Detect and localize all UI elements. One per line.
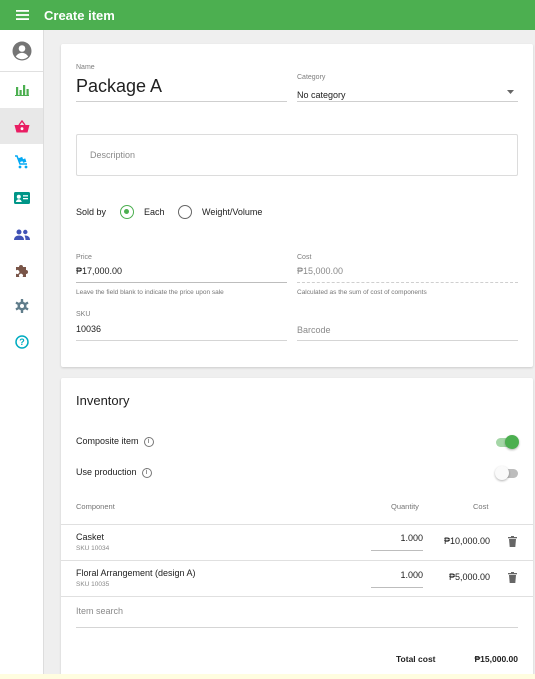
sidebar-item-employees[interactable] (0, 180, 43, 216)
sidebar-item-account[interactable] (0, 30, 43, 72)
table-row: Floral Arrangement (design A) SKU 10035 … (61, 561, 533, 596)
composite-item-toggle[interactable] (496, 435, 519, 449)
price-hint: Leave the field blank to indicate the pr… (76, 289, 224, 296)
component-name: Floral Arrangement (design A) (76, 568, 196, 578)
cart-icon (15, 155, 28, 169)
use-production-label: Use production (76, 467, 137, 477)
sold-by-each-radio[interactable] (120, 205, 134, 219)
quantity-input[interactable]: 1.000 (371, 570, 423, 580)
component-cost: ₱5,000.00 (448, 572, 490, 582)
menu-icon (15, 10, 29, 20)
sidebar-item-reports[interactable] (0, 72, 43, 108)
price-label: Price (76, 254, 92, 261)
sidebar-item-integrations[interactable] (0, 252, 43, 288)
basket-icon (14, 119, 29, 132)
cost-hint: Calculated as the sum of cost of compone… (297, 289, 427, 296)
bar-chart-icon (14, 85, 29, 96)
sold-by-weight-radio[interactable] (178, 205, 192, 219)
delete-icon[interactable] (508, 536, 517, 547)
bottom-strip (0, 674, 535, 679)
component-cost: ₱10,000.00 (443, 536, 490, 546)
use-production-toggle[interactable] (495, 466, 518, 480)
sidebar: ? (0, 30, 44, 679)
info-icon[interactable]: i (141, 467, 152, 478)
sold-by-weight-label: Weight/Volume (202, 207, 263, 217)
gear-icon (15, 299, 28, 313)
price-input[interactable]: ₱17,000.00 (76, 266, 122, 276)
inventory-card: Inventory Composite item i Use production… (61, 378, 533, 679)
cost-value: ₱15,000.00 (297, 266, 344, 276)
quantity-input[interactable]: 1.000 (371, 533, 423, 543)
category-label: Category (297, 74, 326, 81)
total-cost-value: ₱15,000.00 (474, 654, 518, 664)
info-icon[interactable]: i (143, 436, 154, 447)
table-row: Casket SKU 10034 1.000 ₱10,000.00 (61, 525, 533, 560)
cost-label: Cost (297, 254, 312, 261)
column-header-quantity: Quantity (391, 502, 419, 511)
composite-item-label: Composite item (76, 436, 139, 446)
sidebar-item-customers[interactable] (0, 216, 43, 252)
component-sku: SKU 10034 (76, 545, 110, 552)
delete-icon[interactable] (508, 572, 517, 583)
item-search-input[interactable]: Item search (76, 606, 123, 616)
name-label: Name (76, 64, 95, 71)
page-title: Create item (44, 7, 115, 23)
component-name: Casket (76, 532, 105, 542)
sidebar-item-help[interactable]: ? (0, 324, 43, 360)
total-cost-label: Total cost (396, 654, 436, 664)
svg-text:?: ? (19, 337, 25, 347)
account-circle-icon (12, 41, 31, 60)
sidebar-item-settings[interactable] (0, 288, 43, 324)
help-icon: ? (14, 335, 29, 349)
sold-by-each-label: Each (144, 207, 165, 217)
column-header-component: Component (76, 502, 115, 511)
description-field[interactable]: Description (76, 134, 518, 176)
sidebar-item-items[interactable] (0, 108, 43, 144)
component-sku: SKU 10035 (76, 581, 110, 588)
sidebar-item-inventory[interactable] (0, 144, 43, 180)
column-header-cost: Cost (473, 502, 489, 511)
app-bar: Create item (0, 0, 535, 30)
name-input[interactable]: Package A (76, 76, 162, 97)
item-details-card: Name Package A Category No category Desc… (61, 44, 533, 367)
puzzle-icon (16, 264, 28, 277)
use-production-row: Use production i (76, 467, 152, 478)
barcode-input[interactable]: Barcode (297, 325, 331, 335)
description-placeholder: Description (90, 150, 136, 160)
category-value: No category (297, 90, 346, 100)
sku-input[interactable]: 10036 (76, 324, 101, 334)
category-select[interactable]: No category (297, 85, 518, 101)
menu-button[interactable] (0, 0, 44, 30)
badge-icon (13, 192, 30, 204)
dropdown-arrow-icon (507, 90, 514, 94)
inventory-title: Inventory (76, 393, 130, 408)
sku-label: SKU (76, 311, 91, 318)
sold-by-label: Sold by (76, 207, 107, 217)
people-icon (13, 229, 30, 240)
composite-item-row: Composite item i (76, 436, 154, 447)
